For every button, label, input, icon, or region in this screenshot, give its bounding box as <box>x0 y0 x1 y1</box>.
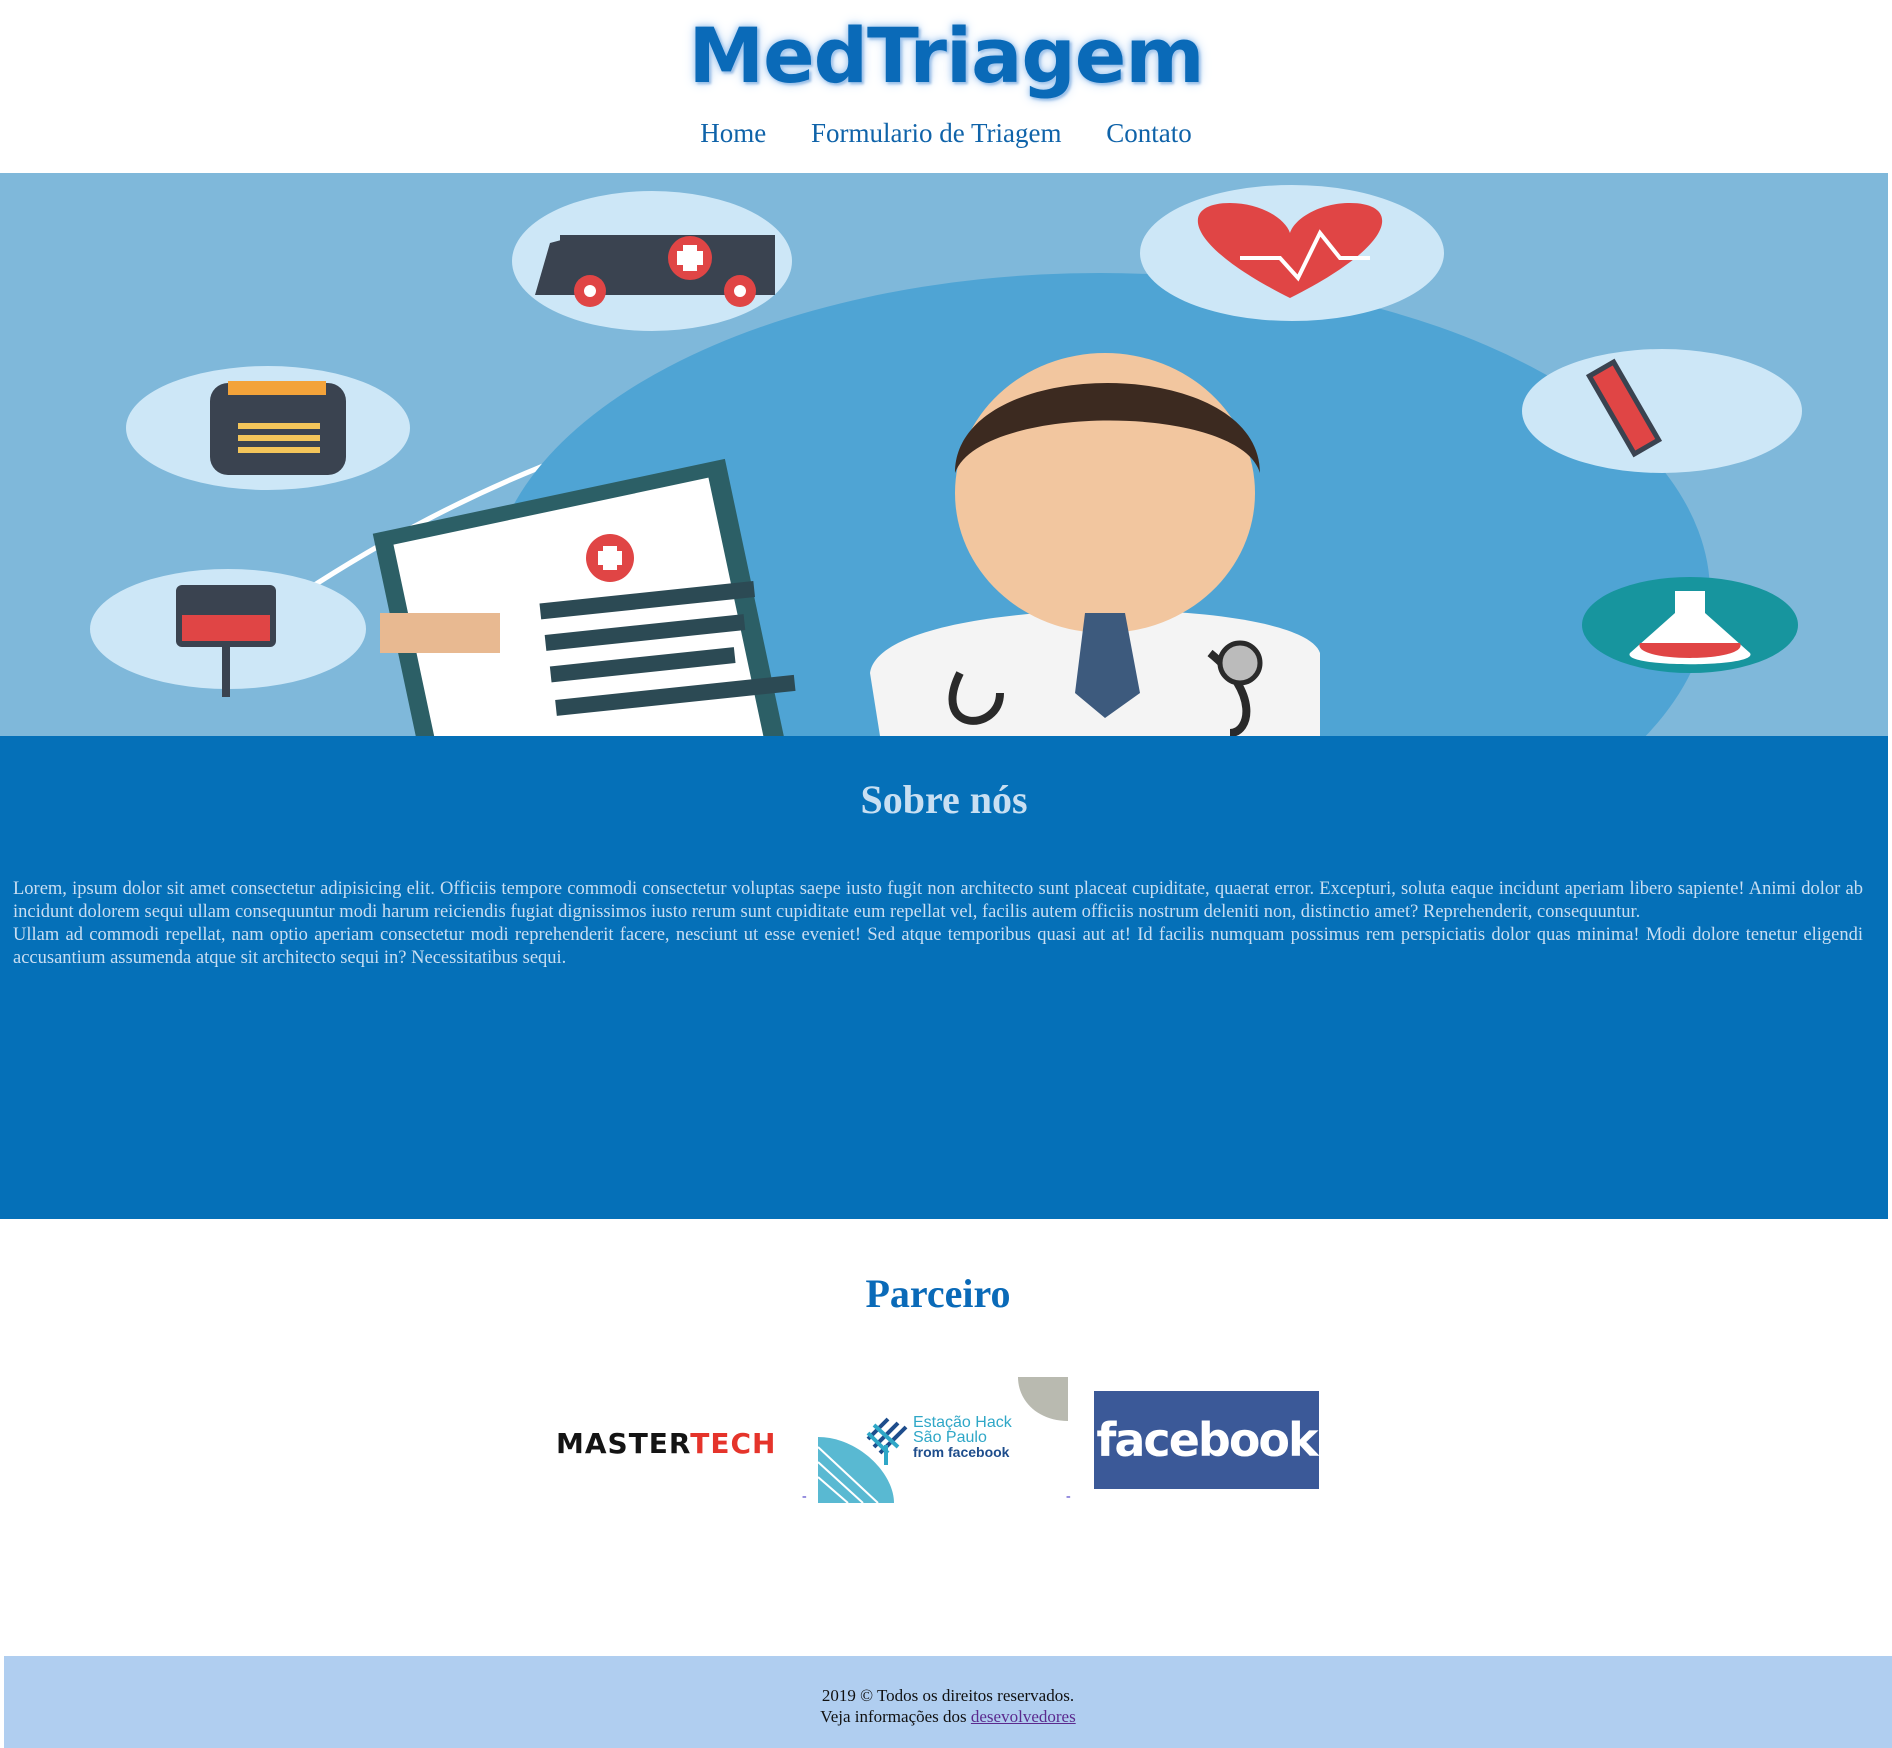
about-title: Sobre nós <box>860 777 1028 822</box>
iv-bag-icon <box>90 569 366 697</box>
logo[interactable]: MedTriagem <box>0 6 1892 106</box>
developers-prefix: Veja informações dos <box>820 1707 967 1726</box>
mastertech-logo-part2: TECH <box>690 1427 777 1460</box>
flask-icon <box>1582 577 1798 673</box>
ambulance-icon <box>512 191 792 331</box>
hero-banner <box>0 173 1888 736</box>
site-footer: 2019 © Todos os direitos reservados. Vej… <box>4 1656 1892 1748</box>
estacao-line3: from facebook <box>913 1444 1010 1460</box>
copyright-text: 2019 © Todos os direitos reservados. <box>821 1686 1075 1705</box>
developers-line: Veja informações dos desevolvedores <box>4 1707 1892 1727</box>
mastertech-logo-part1: MASTER <box>556 1427 691 1460</box>
doctor-illustration <box>90 185 1802 736</box>
mastertech-logo[interactable]: MASTERTECH <box>556 1427 776 1460</box>
nav-formulario-triagem[interactable]: Formulario de Triagem <box>811 118 1062 148</box>
about-text: Lorem, ipsum dolor sit amet consectetur … <box>13 878 1863 970</box>
about-paragraph: Ullam ad commodi repellat, nam optio ape… <box>13 925 1863 968</box>
facebook-logo[interactable]: facebook <box>1094 1391 1319 1489</box>
syringe-icon <box>1522 349 1802 473</box>
nav-home[interactable]: Home <box>700 118 766 148</box>
main-nav: Home Formulario de Triagem Contato <box>0 118 1892 149</box>
site-header: MedTriagem Home Formulario de Triagem Co… <box>0 0 1892 173</box>
nav-contato[interactable]: Contato <box>1106 118 1192 148</box>
developers-link[interactable]: desevolvedores <box>971 1707 1076 1726</box>
estacao-hack-graphic: Estação Hack São Paulo from facebook <box>817 1377 1068 1504</box>
estacao-hack-logo[interactable]: Estação Hack São Paulo from facebook <box>817 1377 1068 1504</box>
link-underline[interactable]: - <box>1066 1489 1071 1505</box>
estacao-hack-icon <box>866 1417 908 1465</box>
about-section: Sobre nós Lorem, ipsum dolor sit amet co… <box>0 736 1888 1219</box>
link-underline[interactable]: - <box>802 1489 807 1505</box>
clipboard-icon <box>372 458 796 736</box>
about-paragraph: Lorem, ipsum dolor sit amet consectetur … <box>13 879 1863 922</box>
medicine-bottle-icon <box>126 366 410 490</box>
heart-icon <box>1140 185 1444 321</box>
partners-title: Parceiro <box>865 1271 1011 1316</box>
